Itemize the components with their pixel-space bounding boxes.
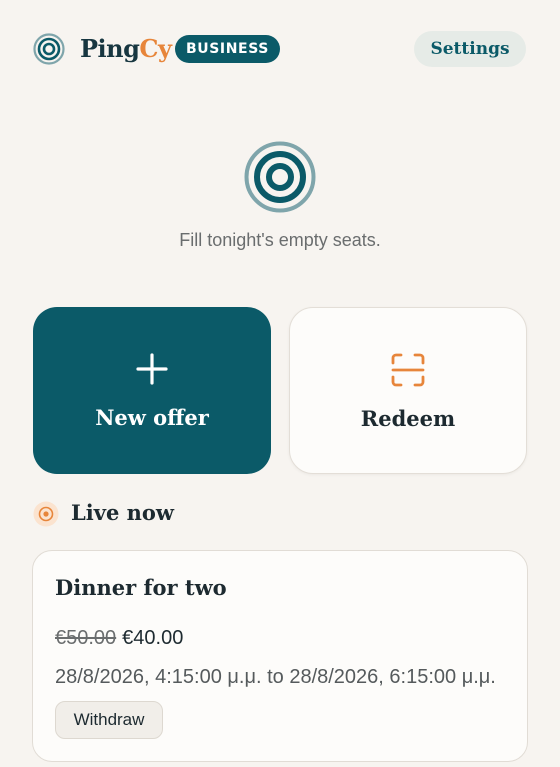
new-offer-button[interactable]: New offer xyxy=(33,307,271,474)
brand-logo: PingCy xyxy=(80,32,172,66)
brand-name-part2: Cy xyxy=(139,34,172,63)
new-offer-label: New offer xyxy=(95,405,209,430)
offer-title: Dinner for two xyxy=(55,575,227,600)
offer-card: Dinner for two €50.00 €40.00 28/8/2026, 4… xyxy=(32,550,528,762)
target-icon xyxy=(244,141,316,213)
withdraw-button[interactable]: Withdraw xyxy=(55,701,163,739)
redeem-label: Redeem xyxy=(360,406,456,431)
live-dot-icon xyxy=(33,501,59,527)
target-icon xyxy=(33,33,65,65)
plus-icon xyxy=(136,353,168,385)
scan-icon xyxy=(391,353,425,387)
tagline: Fill tonight's empty seats. xyxy=(179,230,381,250)
business-badge: BUSINESS xyxy=(175,35,280,63)
live-now-heading: Live now xyxy=(71,500,174,525)
price-row: €50.00 €40.00 xyxy=(55,625,183,651)
offer-time-range: 28/8/2026, 4:15:00 μ.μ. to 28/8/2026, 6:… xyxy=(55,666,496,688)
offer-price: €40.00 xyxy=(122,627,184,649)
original-price: €50.00 xyxy=(55,627,117,649)
redeem-button[interactable]: Redeem xyxy=(289,307,527,474)
settings-button[interactable]: Settings xyxy=(414,31,526,67)
brand-name-part1: Ping xyxy=(80,34,140,63)
header: PingCy BUSINESS Settings xyxy=(0,0,560,100)
